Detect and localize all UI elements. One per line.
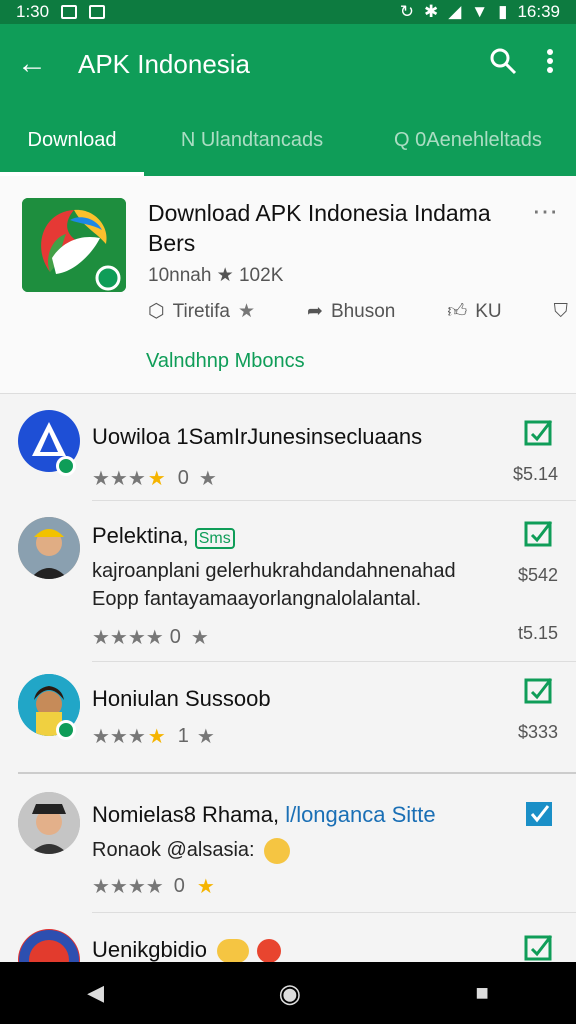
tab-second[interactable]: N Ulandtancads bbox=[144, 104, 360, 176]
flag-icon: ⛉ bbox=[553, 300, 568, 322]
item-price: $5.14 bbox=[512, 464, 558, 484]
install-check-icon[interactable] bbox=[524, 676, 554, 704]
item-rating: ★★★★ 0 ★ bbox=[92, 626, 209, 649]
card-title: Download APK Indonesia Indama Bers bbox=[148, 200, 491, 256]
emoji-icon bbox=[264, 837, 291, 864]
item-tag: Sms bbox=[194, 528, 235, 549]
item-name: Honiulan Sussoob bbox=[92, 686, 271, 711]
nav-back-icon[interactable]: ◀ bbox=[87, 980, 104, 1006]
item-name: Nomielas8 Rhama, l/longanca Sitte bbox=[92, 802, 436, 828]
card-action-1[interactable]: ⬡ Tiretifa ★ bbox=[148, 300, 255, 323]
rating-count: 1 bbox=[177, 725, 189, 747]
item-name-text: Uenikgbidio bbox=[92, 937, 207, 962]
sync-icon: ↻ bbox=[399, 2, 414, 21]
status-bar: 1:30 ↻ ✱ ◢ ▼ ▮ 16:39 bbox=[0, 0, 576, 24]
share-icon: ➦ bbox=[307, 301, 323, 322]
card-action-2-label: Bhuson bbox=[330, 300, 396, 322]
tab-third[interactable]: Q 0Aenehleltads bbox=[360, 104, 576, 176]
battery-icon: ▮ bbox=[498, 2, 508, 21]
item-description-text: Ronaok @alsasia: bbox=[92, 839, 255, 861]
signal-icon: ◢ bbox=[448, 2, 462, 21]
list-item[interactable]: Uenikgbidio bbox=[0, 913, 576, 991]
item-name-text: Nomielas8 Rhama, bbox=[92, 802, 286, 827]
card-action-like[interactable]: 👍︎ KU bbox=[447, 300, 501, 323]
verified-badge-icon bbox=[56, 456, 76, 476]
nav-recent-icon[interactable]: ■ bbox=[476, 980, 489, 1006]
emoji-icon bbox=[217, 939, 250, 964]
item-description: Ronaok @alsasia: bbox=[92, 836, 291, 864]
card-action-flag[interactable]: ⛉ bbox=[554, 301, 568, 323]
item-rating: ★★★★ 0 ★ bbox=[92, 875, 215, 898]
avatar bbox=[18, 792, 80, 854]
install-check-icon[interactable] bbox=[524, 418, 554, 446]
list-item[interactable]: Honiulan Sussoob ★★★ ★ 1 ★ $333 bbox=[0, 662, 576, 772]
nav-home-icon[interactable]: ◉ bbox=[278, 978, 301, 1009]
app-bar: ← APK Indonesia bbox=[0, 24, 576, 104]
back-arrow-icon[interactable]: ← bbox=[0, 47, 64, 81]
item-tag-link[interactable]: l/longanca Sitte bbox=[285, 802, 435, 827]
status-time-left: 1:30 bbox=[16, 2, 50, 21]
app-logo-icon bbox=[22, 198, 126, 292]
item-price: $542 bbox=[517, 565, 558, 585]
rating-count: 0 bbox=[177, 467, 189, 489]
installed-check-icon[interactable] bbox=[524, 800, 554, 828]
item-price-secondary: t5.15 bbox=[517, 623, 558, 643]
wifi-icon: ▼ bbox=[471, 2, 489, 21]
verified-badge-icon bbox=[56, 720, 76, 740]
search-icon[interactable] bbox=[488, 46, 518, 83]
thumb-icon: 👍︎ bbox=[447, 301, 468, 322]
card-action-1-label: Tiretifa bbox=[172, 300, 230, 322]
card-action-3-label: KU bbox=[475, 300, 502, 322]
item-name: Uenikgbidio bbox=[92, 937, 282, 964]
list-item[interactable]: Nomielas8 Rhama, l/longanca Sitte Ronaok… bbox=[0, 774, 576, 912]
list-item[interactable]: Uowiloa 1SamIrJunesinsecluaans ★★★ ★ 0 ★ … bbox=[0, 394, 576, 500]
card-more-icon[interactable]: ⋯ bbox=[532, 196, 558, 227]
emoji-icon bbox=[257, 939, 282, 964]
install-check-icon[interactable] bbox=[524, 933, 554, 961]
page-title: APK Indonesia bbox=[78, 48, 251, 79]
tab-download[interactable]: Download bbox=[0, 104, 144, 176]
card-action-share[interactable]: ➦ Bhuson bbox=[307, 300, 395, 323]
more-vert-icon[interactable] bbox=[546, 48, 554, 81]
item-rating: ★★★★ 0 ★ bbox=[92, 467, 217, 490]
rating-count: 0 bbox=[173, 875, 185, 897]
tab-bar: Download N Ulandtancads Q 0Aenehleltads bbox=[0, 104, 576, 176]
notification-icon bbox=[61, 5, 78, 19]
bookmark-icon: ⬡ bbox=[148, 301, 165, 322]
item-description: kajroanplani gelerhukrahdandahnenahad Eo… bbox=[92, 560, 456, 610]
install-check-icon[interactable] bbox=[524, 519, 554, 547]
rating-count: 0 bbox=[169, 626, 181, 648]
featured-app-card[interactable]: Download APK Indonesia Indama Bers ⋯ 10n… bbox=[0, 176, 576, 394]
bluetooth-icon: ✱ bbox=[423, 2, 439, 21]
system-nav-bar: ◀ ◉ ■ bbox=[0, 962, 576, 1024]
item-name-text: Pelektina, bbox=[92, 523, 195, 548]
photo-icon bbox=[89, 5, 106, 19]
star-icon: ★ bbox=[237, 301, 256, 322]
item-rating: ★★★ ★ 1 ★ bbox=[92, 725, 215, 748]
item-name: Pelektina, Sms bbox=[92, 523, 235, 549]
item-price: $333 bbox=[517, 722, 558, 742]
card-link[interactable]: Valndhnp Mboncs bbox=[146, 350, 305, 373]
list-item[interactable]: Pelektina, Sms kajroanplani gelerhukrahd… bbox=[0, 501, 576, 661]
card-rating: 10nnah ★ 102K bbox=[148, 265, 284, 286]
avatar bbox=[18, 517, 80, 579]
item-name: Uowiloa 1SamIrJunesinsecluaans bbox=[92, 424, 423, 449]
status-time: 16:39 bbox=[517, 2, 560, 21]
